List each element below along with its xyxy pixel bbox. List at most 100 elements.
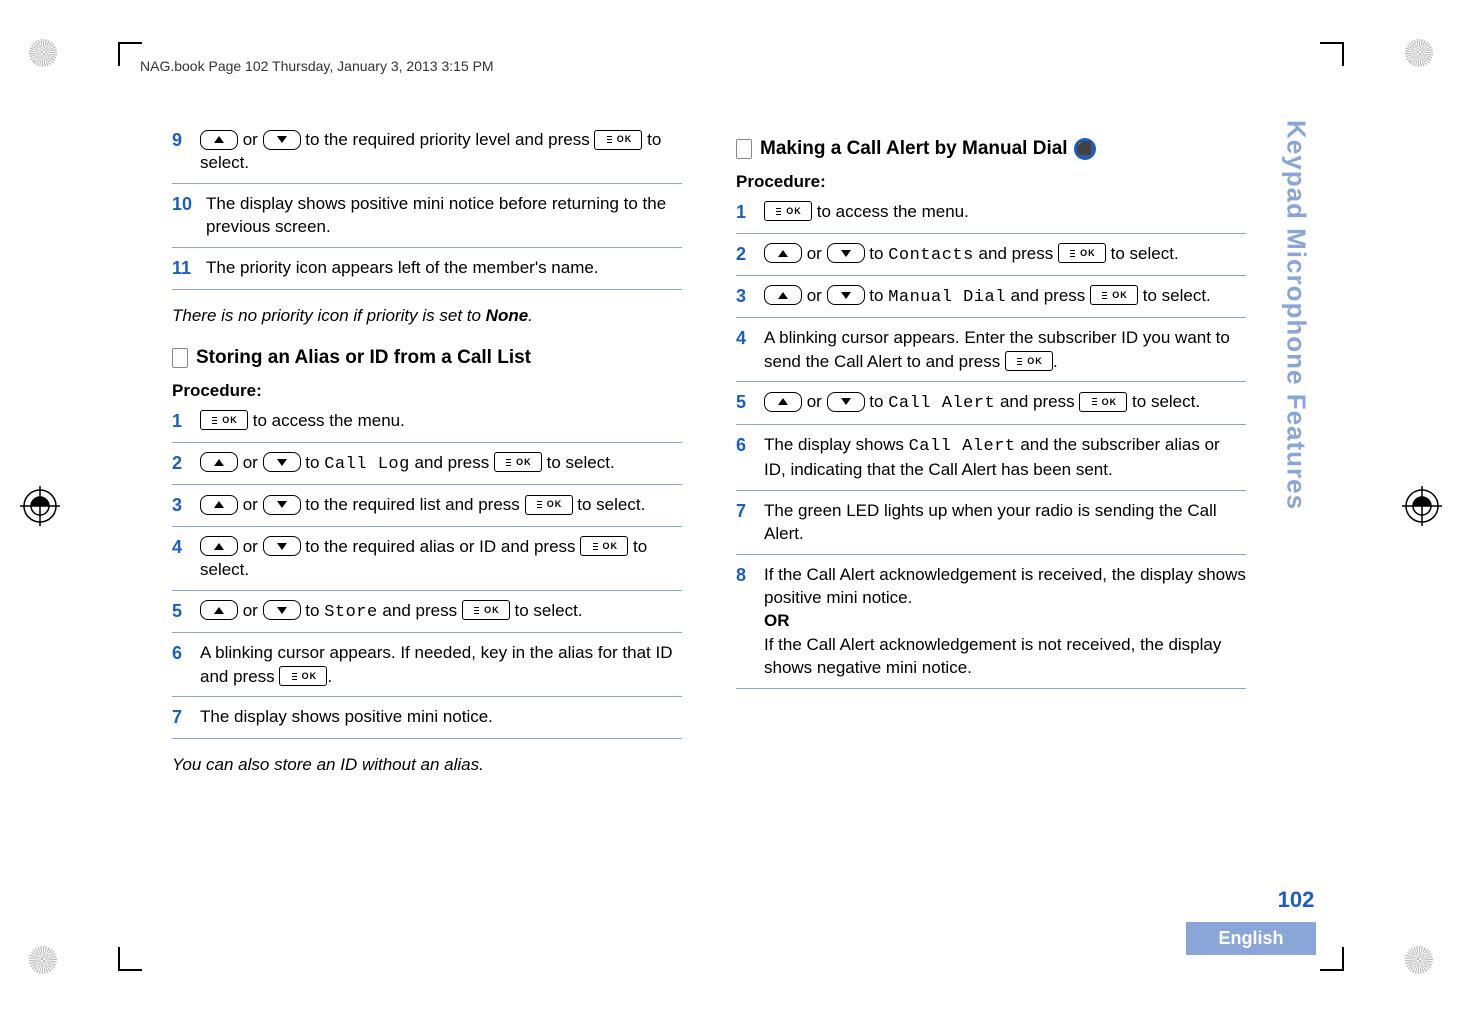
proc-step-2: 2 or to Contacts and press OK to select. (736, 242, 1246, 276)
ok-button-icon: OK (1079, 392, 1127, 412)
ok-button-icon: OK (580, 536, 628, 556)
proc-step-6: 6 A blinking cursor appears. If needed, … (172, 641, 682, 697)
up-arrow-icon (764, 243, 802, 263)
step-text: The green LED lights up when your radio … (764, 499, 1246, 546)
step-number: 11 (172, 256, 206, 281)
page-header: NAG.book Page 102 Thursday, January 3, 2… (140, 58, 494, 74)
proc-step-8: 8 If the Call Alert acknowledgement is r… (736, 563, 1246, 689)
ok-button-icon: OK (462, 600, 510, 620)
ok-button-icon: OK (525, 495, 573, 515)
step-number: 6 (736, 433, 764, 482)
down-arrow-icon (263, 495, 301, 515)
step-11: 11 The priority icon appears left of the… (172, 256, 682, 290)
step-text: or to Store and press OK to select. (200, 599, 682, 624)
procedure-label: Procedure: (736, 170, 1246, 193)
content-area: 9 or to the required priority level and … (172, 122, 1290, 913)
up-arrow-icon (764, 285, 802, 305)
step-text: or to Contacts and press OK to select. (764, 242, 1246, 267)
proc-step-5: 5 or to Call Alert and press OK to selec… (736, 390, 1246, 424)
step-number: 1 (736, 200, 764, 225)
down-arrow-icon (263, 130, 301, 150)
step-number: 1 (172, 409, 200, 434)
step-text: OK to access the menu. (200, 409, 682, 434)
proc-step-6: 6 The display shows Call Alert and the s… (736, 433, 1246, 491)
step-number: 5 (172, 599, 200, 624)
left-column: 9 or to the required priority level and … (172, 122, 682, 913)
print-mark-tr (1404, 38, 1434, 68)
manual-dial-icon: ⬛ (1074, 138, 1096, 160)
ok-button-icon: OK (279, 666, 327, 686)
document-page: NAG.book Page 102 Thursday, January 3, 2… (0, 0, 1462, 1013)
section-icon (736, 139, 752, 159)
proc-step-7: 7 The green LED lights up when your radi… (736, 499, 1246, 555)
right-column: Making a Call Alert by Manual Dial⬛ Proc… (736, 122, 1290, 913)
step-number: 4 (736, 326, 764, 373)
proc-step-4: 4 A blinking cursor appears. Enter the s… (736, 326, 1246, 382)
print-mark-tl (28, 38, 58, 68)
up-arrow-icon (200, 600, 238, 620)
step-text: OK to access the menu. (764, 200, 1246, 225)
up-arrow-icon (200, 130, 238, 150)
step-9: 9 or to the required priority level and … (172, 128, 682, 184)
down-arrow-icon (263, 600, 301, 620)
step-number: 2 (736, 242, 764, 267)
ok-button-icon: OK (594, 130, 642, 150)
up-arrow-icon (200, 452, 238, 472)
step-text: The priority icon appears left of the me… (206, 256, 682, 281)
down-arrow-icon (827, 392, 865, 412)
ok-button-icon: OK (200, 410, 248, 430)
up-arrow-icon (200, 495, 238, 515)
step-text: or to the required priority level and pr… (200, 128, 682, 175)
ok-button-icon: OK (764, 201, 812, 221)
note-text: There is no priority icon if priority is… (172, 304, 682, 327)
step-number: 6 (172, 641, 200, 688)
ok-button-icon: OK (1090, 285, 1138, 305)
up-arrow-icon (764, 392, 802, 412)
procedure-label: Procedure: (172, 379, 682, 402)
step-number: 7 (172, 705, 200, 730)
crop-mark-tl (118, 42, 142, 66)
step-number: 5 (736, 390, 764, 415)
step-number: 7 (736, 499, 764, 546)
step-text: or to Call Alert and press OK to select. (764, 390, 1246, 415)
print-mark-bl (28, 945, 58, 975)
print-mark-br (1404, 945, 1434, 975)
down-arrow-icon (827, 243, 865, 263)
down-arrow-icon (263, 452, 301, 472)
step-text: or to the required list and press OK to … (200, 493, 682, 518)
step-10: 10 The display shows positive mini notic… (172, 192, 682, 248)
section-heading: Making a Call Alert by Manual Dial⬛ (736, 136, 1246, 162)
step-number: 10 (172, 192, 206, 239)
ok-button-icon: OK (1058, 243, 1106, 263)
proc-step-2: 2 or to Call Log and press OK to select. (172, 451, 682, 485)
registration-mark-right (1402, 486, 1442, 526)
section-title: Making a Call Alert by Manual Dial⬛ (760, 136, 1096, 162)
note-text: You can also store an ID without an alia… (172, 753, 682, 776)
section-title: Storing an Alias or ID from a Call List (196, 345, 531, 371)
step-number: 3 (736, 284, 764, 309)
proc-step-3: 3 or to Manual Dial and press OK to sele… (736, 284, 1246, 318)
step-text: The display shows positive mini notice. (200, 705, 682, 730)
step-number: 8 (736, 563, 764, 680)
step-number: 2 (172, 451, 200, 476)
step-number: 4 (172, 535, 200, 582)
step-text: A blinking cursor appears. Enter the sub… (764, 326, 1246, 373)
step-text: or to Call Log and press OK to select. (200, 451, 682, 476)
proc-step-7: 7 The display shows positive mini notice… (172, 705, 682, 739)
proc-step-1: 1 OK to access the menu. (172, 409, 682, 443)
down-arrow-icon (263, 536, 301, 556)
step-text: If the Call Alert acknowledgement is rec… (764, 563, 1246, 680)
registration-mark-left (20, 486, 60, 526)
page-number: 102 (1276, 887, 1316, 913)
proc-step-5: 5 or to Store and press OK to select. (172, 599, 682, 633)
section-icon (172, 348, 188, 368)
proc-step-1: 1 OK to access the menu. (736, 200, 1246, 234)
ok-button-icon: OK (494, 452, 542, 472)
up-arrow-icon (200, 536, 238, 556)
step-text: or to the required alias or ID and press… (200, 535, 682, 582)
down-arrow-icon (827, 285, 865, 305)
step-number: 3 (172, 493, 200, 518)
proc-step-3: 3 or to the required list and press OK t… (172, 493, 682, 527)
sidebar: Keypad Microphone Features (1276, 120, 1316, 840)
crop-mark-bl (118, 947, 142, 971)
